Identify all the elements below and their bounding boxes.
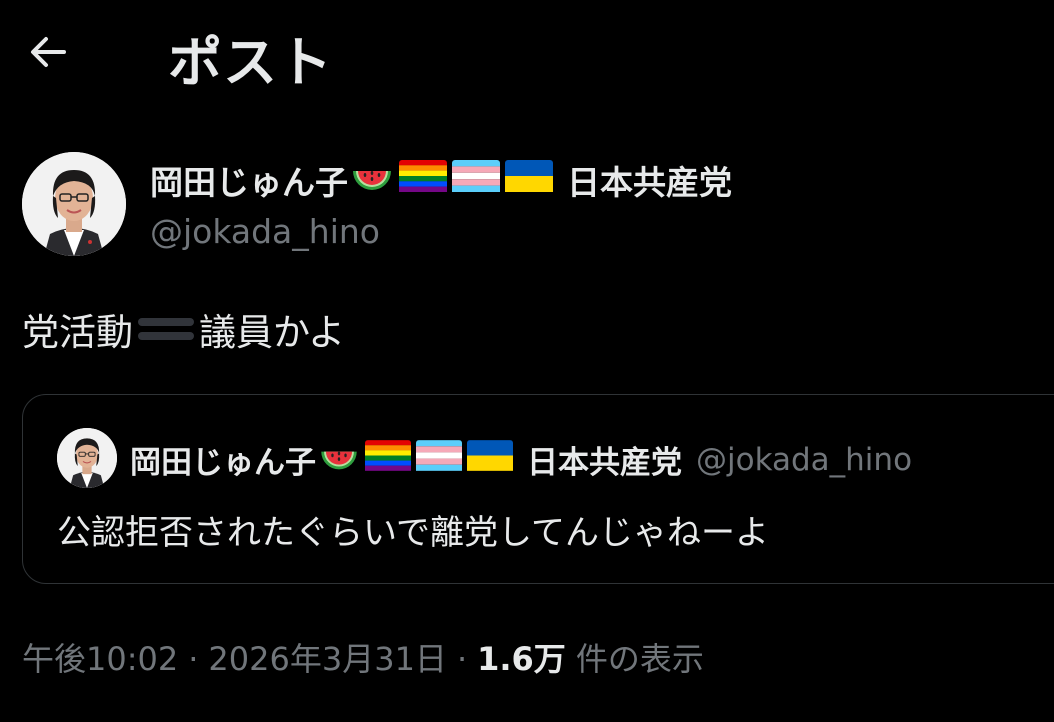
- quote-avatar: [57, 428, 117, 488]
- author-party: 日本共産党: [567, 163, 732, 202]
- post-time[interactable]: 午後10:02: [22, 634, 178, 680]
- avatar-photo: [22, 152, 126, 256]
- rainbow-flag-icon: [365, 440, 411, 479]
- quote-author-name-group: 岡田じゅん子 日本共産党: [130, 437, 682, 482]
- post-date[interactable]: 2026年3月31日: [208, 634, 447, 680]
- quote-text: 公認拒否されたぐらいで離党してんじゃねーよ: [57, 513, 769, 553]
- watermelon-icon: [353, 171, 391, 190]
- views-label: 件の表示: [575, 640, 704, 678]
- heavy-equals-icon: [135, 311, 197, 347]
- author-line: 岡田じゅん子 日本共産党: [150, 156, 732, 204]
- watermelon-icon: [321, 451, 357, 469]
- author-handle[interactable]: @jokada_hino: [150, 212, 380, 251]
- post-text: 党活動 議員かよ: [22, 302, 345, 356]
- author-name: 岡田じゅん子: [150, 163, 348, 202]
- quote-author-party: 日本共産党: [527, 445, 682, 481]
- quote-author-line: 岡田じゅん子 日本共産党 @jokada_hino: [130, 437, 912, 482]
- author-name-group[interactable]: 岡田じゅん子 日本共産党: [150, 156, 732, 204]
- quote-author-name: 岡田じゅん子: [130, 445, 316, 481]
- transgender-flag-icon: [452, 160, 500, 200]
- top-bar: ポスト: [0, 0, 1054, 110]
- post-meta: 午後10:02 · 2026年3月31日 · 1.6万 件の表示: [22, 634, 704, 680]
- views-count: 1.6万: [477, 640, 566, 678]
- back-button[interactable]: [24, 28, 72, 76]
- ukraine-flag-icon: [467, 440, 513, 479]
- quote-author-handle: @jokada_hino: [696, 441, 913, 478]
- ukraine-flag-icon: [505, 160, 553, 200]
- quote-author-emojis: [318, 440, 513, 479]
- avatar[interactable]: [22, 152, 126, 256]
- author-emojis: [350, 160, 553, 200]
- transgender-flag-icon: [416, 440, 462, 479]
- arrow-left-icon: [31, 37, 66, 67]
- rainbow-flag-icon: [399, 160, 447, 200]
- post-text-after: 議員かよ: [199, 311, 346, 354]
- page-title: ポスト: [168, 31, 333, 94]
- quote-avatar-photo: [57, 428, 117, 488]
- post-text-before: 党活動: [22, 311, 133, 354]
- meta-separator: ·: [188, 640, 199, 678]
- quote-card[interactable]: [22, 394, 1054, 584]
- meta-separator: ·: [456, 640, 468, 678]
